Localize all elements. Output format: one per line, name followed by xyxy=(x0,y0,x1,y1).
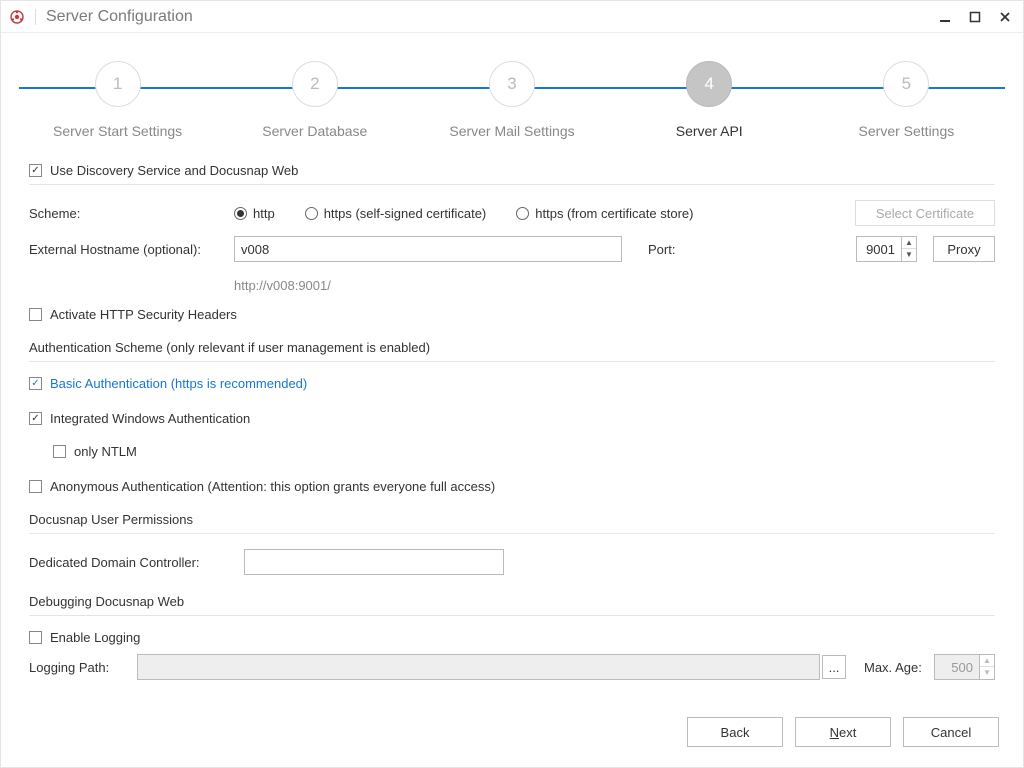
iwa-checkbox[interactable] xyxy=(29,412,42,425)
scheme-label: Scheme: xyxy=(29,206,234,221)
close-button[interactable] xyxy=(995,7,1015,27)
spin-down-icon: ▼ xyxy=(980,667,994,679)
anonymous-auth-label: Anonymous Authentication (Attention: thi… xyxy=(50,479,495,494)
spin-up-icon[interactable]: ▲ xyxy=(902,237,916,249)
window-title: Server Configuration xyxy=(46,8,193,26)
scheme-http-radio[interactable]: http xyxy=(234,206,275,221)
step-label: Server Database xyxy=(262,123,367,139)
step-circle: 2 xyxy=(292,61,338,107)
security-headers-label: Activate HTTP Security Headers xyxy=(50,307,237,322)
use-discovery-label: Use Discovery Service and Docusnap Web xyxy=(50,163,298,178)
port-spin[interactable]: ▲▼ xyxy=(856,236,917,262)
step-circle: 4 xyxy=(686,61,732,107)
step-label: Server Mail Settings xyxy=(449,123,574,139)
step-2[interactable]: 2 Server Database xyxy=(216,61,413,139)
port-input[interactable] xyxy=(856,236,902,262)
security-headers-checkbox[interactable] xyxy=(29,308,42,321)
auth-scheme-header: Authentication Scheme (only relevant if … xyxy=(29,340,995,355)
app-icon xyxy=(9,9,25,25)
url-preview: http://v008:9001/ xyxy=(234,278,331,293)
maximize-button[interactable] xyxy=(965,7,985,27)
ntlm-label: only NTLM xyxy=(74,444,137,459)
anonymous-auth-checkbox[interactable] xyxy=(29,480,42,493)
logging-path-input xyxy=(137,654,820,680)
dedicated-dc-input[interactable] xyxy=(244,549,504,575)
step-label: Server Start Settings xyxy=(53,123,182,139)
step-circle: 1 xyxy=(95,61,141,107)
max-age-label: Max. Age: xyxy=(864,660,934,675)
spin-down-icon[interactable]: ▼ xyxy=(902,249,916,261)
step-3[interactable]: 3 Server Mail Settings xyxy=(413,61,610,139)
step-4[interactable]: 4 Server API xyxy=(611,61,808,139)
hostname-label: External Hostname (optional): xyxy=(29,242,234,257)
dedicated-dc-label: Dedicated Domain Controller: xyxy=(29,555,244,570)
step-label: Server API xyxy=(676,123,743,139)
browse-path-button[interactable]: ... xyxy=(822,655,846,679)
cancel-button[interactable]: Cancel xyxy=(903,717,999,747)
basic-auth-checkbox[interactable] xyxy=(29,377,42,390)
select-certificate-button: Select Certificate xyxy=(855,200,995,226)
proxy-button[interactable]: Proxy xyxy=(933,236,995,262)
step-circle: 5 xyxy=(883,61,929,107)
spin-up-icon: ▲ xyxy=(980,655,994,667)
step-circle: 3 xyxy=(489,61,535,107)
max-age-input xyxy=(934,654,980,680)
step-5[interactable]: 5 Server Settings xyxy=(808,61,1005,139)
ntlm-checkbox[interactable] xyxy=(53,445,66,458)
step-label: Server Settings xyxy=(859,123,955,139)
enable-logging-checkbox[interactable] xyxy=(29,631,42,644)
next-button[interactable]: Next xyxy=(795,717,891,747)
iwa-label: Integrated Windows Authentication xyxy=(50,411,250,426)
basic-auth-label: Basic Authentication (https is recommend… xyxy=(50,376,307,391)
scheme-https-store-radio[interactable]: https (from certificate store) xyxy=(516,206,693,221)
minimize-button[interactable] xyxy=(935,7,955,27)
use-discovery-checkbox[interactable] xyxy=(29,164,42,177)
logging-path-label: Logging Path: xyxy=(29,660,137,675)
enable-logging-label: Enable Logging xyxy=(50,630,140,645)
step-1[interactable]: 1 Server Start Settings xyxy=(19,61,216,139)
port-label: Port: xyxy=(648,242,708,257)
permissions-header: Docusnap User Permissions xyxy=(29,512,995,527)
debug-header: Debugging Docusnap Web xyxy=(29,594,995,609)
max-age-spin: ▲▼ xyxy=(934,654,995,680)
hostname-input[interactable] xyxy=(234,236,622,262)
back-button[interactable]: Back xyxy=(687,717,783,747)
scheme-https-self-radio[interactable]: https (self-signed certificate) xyxy=(305,206,487,221)
